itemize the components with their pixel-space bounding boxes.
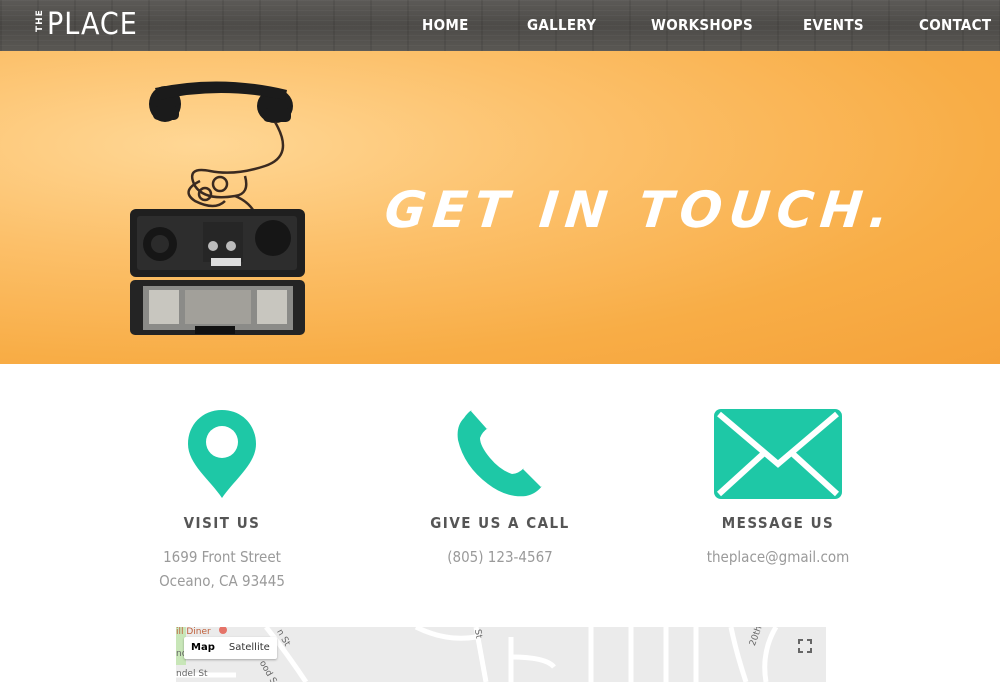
logo-the-text: THE [35, 9, 45, 32]
site-logo[interactable]: THE PLACE [33, 8, 138, 42]
message-us-column: MESSAGE US theplace@gmail.com [648, 405, 908, 569]
fullscreen-icon[interactable] [798, 639, 812, 653]
map-type-toggle: Map Satellite [184, 637, 277, 659]
map-label-street-b: St [471, 628, 484, 640]
nav-link-home[interactable]: HOME [422, 16, 469, 34]
call-us-column: GIVE US A CALL (805) 123-4567 [370, 405, 630, 569]
field-telephone-image [130, 81, 305, 335]
address-street: 1699 Front Street [163, 548, 281, 566]
phone-icon [370, 405, 630, 500]
location-pin-icon [92, 405, 352, 500]
email-link[interactable]: theplace@gmail.com [648, 545, 908, 569]
map-type-satellite-button[interactable]: Satellite [222, 637, 277, 659]
map-type-map-button[interactable]: Map [184, 637, 222, 659]
call-us-heading: GIVE US A CALL [430, 514, 570, 532]
map-label-street-d: ndel St [176, 669, 208, 679]
map-label-diner: ill Diner [176, 627, 211, 637]
nav-link-events[interactable]: EVENTS [803, 16, 864, 34]
hero-banner: GET IN TOUCH. [0, 51, 1000, 364]
visit-us-heading: VISIT US [183, 514, 261, 532]
logo-place-text: PLACE [47, 7, 138, 42]
address-city: Oceano, CA 93445 [159, 572, 285, 590]
hero-title: GET IN TOUCH. [381, 181, 899, 239]
message-us-heading: MESSAGE US [721, 514, 835, 532]
nav-link-gallery[interactable]: GALLERY [527, 16, 596, 34]
embedded-map[interactable]: ill Diner no ndel St n St ood St St 20th… [176, 627, 826, 682]
visit-us-column: VISIT US 1699 Front Street Oceano, CA 93… [92, 405, 352, 593]
phone-number-link[interactable]: (805) 123-4567 [370, 545, 630, 569]
envelope-icon [648, 405, 908, 500]
nav-link-contact[interactable]: CONTACT [919, 16, 991, 34]
top-navigation: THE PLACE HOME GALLERY WORKSHOPS EVENTS … [0, 0, 1000, 51]
nav-link-workshops[interactable]: WORKSHOPS [651, 16, 753, 34]
